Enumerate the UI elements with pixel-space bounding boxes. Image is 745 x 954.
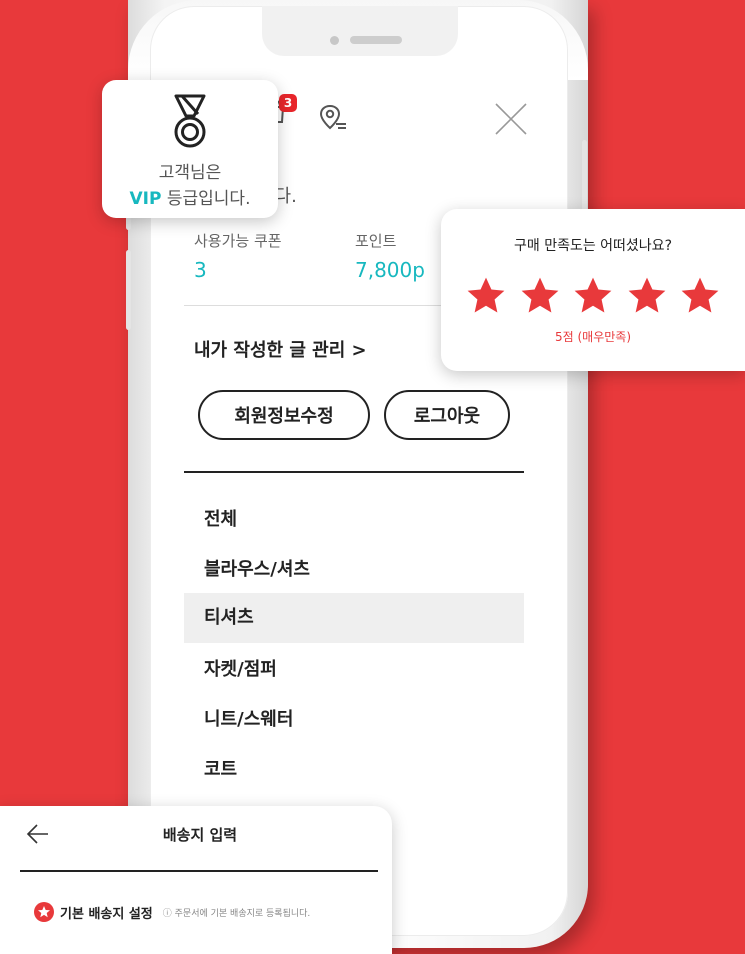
star-icon[interactable]: [626, 275, 668, 317]
rating-score: 5점 (매우만족): [554, 330, 631, 344]
category-item[interactable]: 전체: [184, 495, 524, 545]
star-badge-icon[interactable]: [34, 902, 54, 922]
category-item[interactable]: 니트/스웨터: [184, 695, 524, 745]
rating-question: 구매 만족도는 어떠셨나요?: [513, 238, 672, 254]
rating-popup: 구매 만족도는 어떠셨나요? 5점 (매우만족): [441, 209, 745, 371]
location-pin-icon[interactable]: [318, 102, 350, 134]
shipping-address-panel: 배송지 입력 기본 배송지 설정 ⓘ 주문서에 기본 배송지로 등록됩니다.: [0, 806, 392, 954]
coupon-value[interactable]: 3: [194, 258, 207, 282]
category-item[interactable]: 블라우스/셔츠: [184, 545, 524, 595]
vip-text-line1: 고객님은: [158, 163, 222, 183]
phone-notch: [262, 6, 458, 56]
my-posts-link[interactable]: 내가 작성한 글 관리 >: [194, 336, 367, 362]
star-rating[interactable]: [465, 275, 721, 323]
default-address-note: ⓘ 주문서에 기본 배송지로 등록됩니다.: [162, 908, 311, 919]
vip-text-line2: VIP 등급입니다.: [102, 184, 278, 209]
star-icon[interactable]: [572, 275, 614, 317]
shipping-divider: [20, 870, 378, 872]
category-item-active[interactable]: 티셔츠: [184, 593, 524, 643]
default-address-row[interactable]: 기본 배송지 설정 ⓘ 주문서에 기본 배송지로 등록됩니다.: [34, 902, 310, 922]
point-value[interactable]: 7,800p: [355, 258, 425, 282]
star-icon[interactable]: [465, 275, 507, 317]
edit-member-info-button[interactable]: 회원정보수정: [198, 390, 370, 440]
star-icon[interactable]: [519, 275, 561, 317]
vip-grade-popup: 고객님은 VIP 등급입니다.: [102, 80, 278, 218]
point-label: 포인트: [355, 232, 397, 250]
logout-button[interactable]: 로그아웃: [384, 390, 510, 440]
vip-grade: VIP: [129, 189, 162, 209]
category-item[interactable]: 코트: [184, 745, 524, 795]
medal-icon: [174, 94, 206, 148]
category-item[interactable]: 자켓/점퍼: [184, 645, 524, 695]
shipping-title: 배송지 입력: [162, 826, 238, 844]
vip-grade-suffix: 등급입니다.: [161, 189, 251, 209]
close-icon[interactable]: [494, 102, 528, 136]
phone-side-button-left-2: [126, 250, 131, 330]
star-icon[interactable]: [679, 275, 721, 317]
camera-dot: [330, 36, 339, 45]
cart-count-badge: 3: [279, 94, 297, 112]
coupon-label: 사용가능 쿠폰: [194, 232, 282, 250]
speaker-grille: [350, 36, 402, 44]
default-address-label: 기본 배송지 설정: [60, 906, 153, 922]
category-divider: [184, 471, 524, 473]
